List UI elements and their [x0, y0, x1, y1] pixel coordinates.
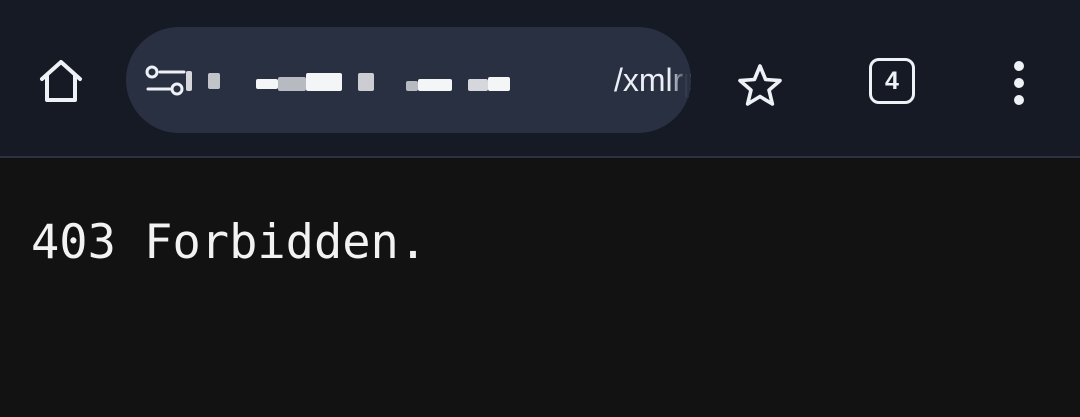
- tune-icon[interactable]: [144, 65, 188, 97]
- more-menu-button[interactable]: [996, 56, 1042, 110]
- more-vertical-icon: [1014, 61, 1024, 105]
- page-content: 403 Forbidden.: [0, 158, 1080, 417]
- error-message: 403 Forbidden.: [31, 215, 428, 270]
- browser-toolbar: /xmlrpc.php 4: [0, 0, 1080, 158]
- star-outline-icon: [738, 64, 782, 106]
- bookmark-button[interactable]: [730, 56, 790, 114]
- tab-switcher-button[interactable]: 4: [865, 54, 921, 110]
- tab-count: 4: [869, 58, 915, 104]
- address-bar[interactable]: /xmlrpc.php: [126, 27, 691, 133]
- home-icon: [40, 60, 82, 102]
- home-button[interactable]: [28, 50, 94, 112]
- url-fade: [669, 27, 691, 133]
- browser-window: /xmlrpc.php 4 403 Forbidden.: [0, 0, 1080, 417]
